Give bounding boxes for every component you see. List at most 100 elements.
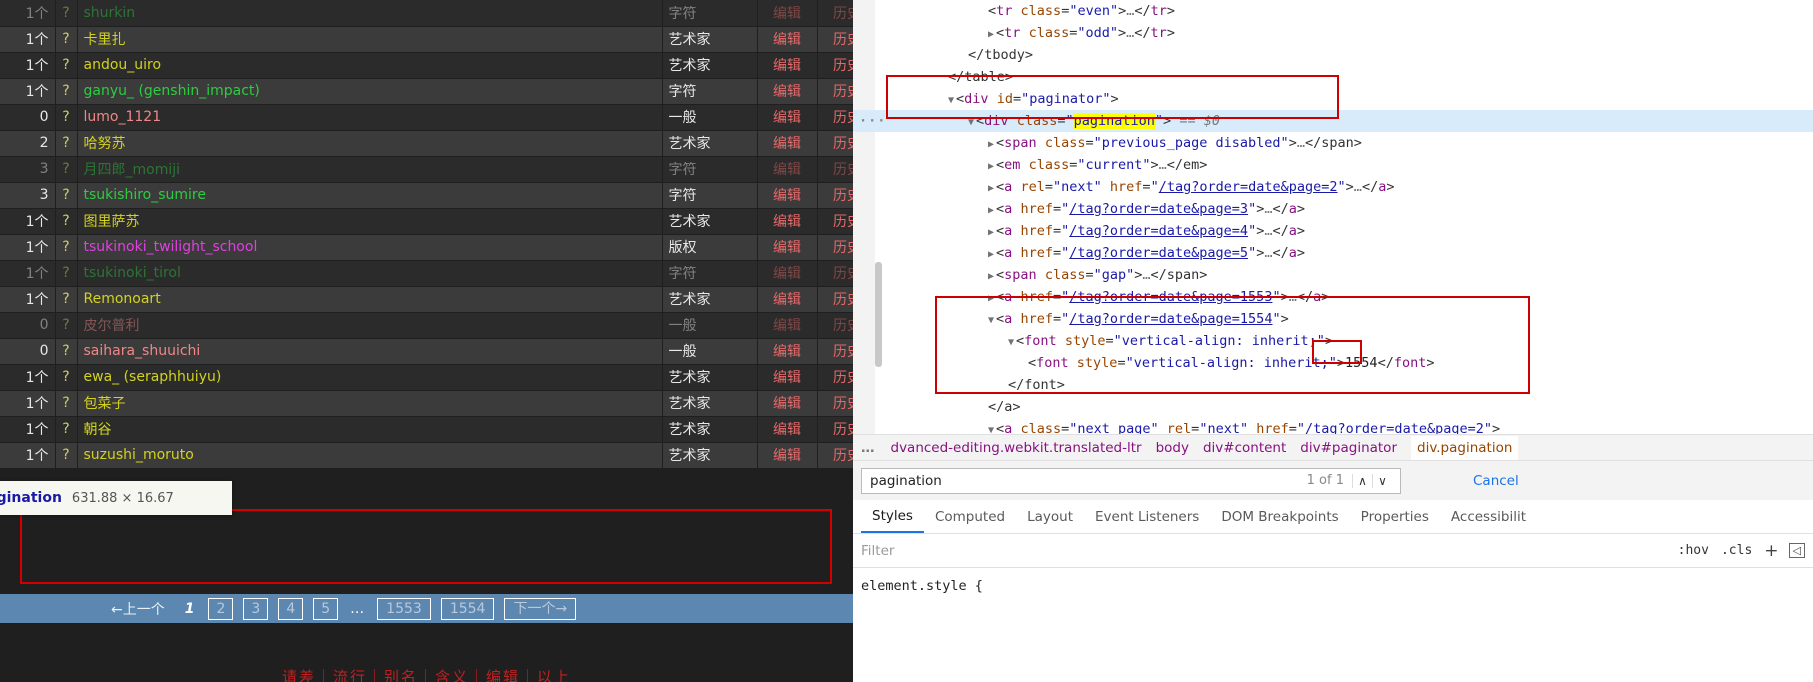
expand-triangle[interactable]: ▶: [988, 227, 994, 238]
tag-history-link[interactable]: 历史: [817, 364, 853, 391]
page-link-1553[interactable]: 1553: [377, 597, 431, 620]
tag-edit-link[interactable]: 编辑: [757, 390, 818, 417]
search-cancel-button[interactable]: Cancel: [1473, 473, 1519, 489]
tag-history-link[interactable]: 历史: [817, 338, 853, 365]
tag-edit-link[interactable]: 编辑: [757, 442, 818, 469]
hov-toggle[interactable]: :hov: [1678, 543, 1709, 558]
devtools-sidebar-tabs[interactable]: Styles Computed Layout Event Listeners DOM B…: [853, 500, 1813, 534]
tag-name-cell[interactable]: 图里萨苏: [77, 208, 663, 235]
dom-node-line[interactable]: ▶ <a href="/tag?order=date&page=3">…</a>: [853, 198, 1813, 220]
tag-help-icon[interactable]: ?: [55, 364, 78, 391]
collapse-triangle[interactable]: ▼: [1008, 337, 1014, 348]
tag-history-link[interactable]: 历史: [817, 234, 853, 261]
tag-name-cell[interactable]: lumo_1121: [77, 104, 663, 131]
dom-node-line[interactable]: ▶ <span class="previous_page disabled">…<…: [853, 132, 1813, 154]
tag-name-cell[interactable]: 朝谷: [77, 416, 663, 443]
tag-help-icon[interactable]: ?: [55, 234, 78, 261]
new-style-rule-button[interactable]: +: [1764, 541, 1778, 561]
dom-tree[interactable]: <tr class="even">…</tr> ▶ <tr class="odd">…: [853, 0, 1813, 434]
collapse-triangle[interactable]: ▼: [988, 315, 994, 326]
node-more-icon[interactable]: ···: [859, 110, 886, 132]
cls-toggle[interactable]: .cls: [1721, 543, 1752, 558]
dom-node-line[interactable]: ▶ <em class="current">…</em>: [853, 154, 1813, 176]
tab-layout[interactable]: Layout: [1016, 501, 1084, 532]
collapse-triangle[interactable]: ▶: [988, 29, 994, 40]
tag-edit-link[interactable]: 编辑: [757, 208, 818, 235]
tag-name-cell[interactable]: Remonoart: [77, 286, 663, 313]
tag-help-icon[interactable]: ?: [55, 26, 78, 53]
tag-edit-link[interactable]: 编辑: [757, 364, 818, 391]
tag-help-icon[interactable]: ?: [55, 52, 78, 79]
tag-help-icon[interactable]: ?: [55, 338, 78, 365]
tag-history-link[interactable]: 历史: [817, 52, 853, 79]
expand-triangle[interactable]: ▶: [988, 161, 994, 172]
tag-history-link[interactable]: 历史: [817, 104, 853, 131]
expand-triangle[interactable]: ▶: [988, 249, 994, 260]
tag-name-cell[interactable]: tsukinoki_twilight_school: [77, 234, 663, 261]
tag-help-icon[interactable]: ?: [55, 312, 78, 339]
breadcrumb-overflow-icon[interactable]: …: [861, 440, 875, 456]
dom-node-line[interactable]: ▼ <font style="vertical-align: inherit;">: [853, 330, 1813, 352]
dom-node-line[interactable]: </font>: [853, 374, 1813, 396]
dom-node-line[interactable]: </table>: [853, 66, 1813, 88]
tag-history-link[interactable]: 历史: [817, 390, 853, 417]
tag-help-icon[interactable]: ?: [55, 156, 78, 183]
breadcrumb-item-content[interactable]: div#content: [1203, 440, 1286, 456]
tag-help-icon[interactable]: ?: [55, 0, 78, 27]
tab-properties[interactable]: Properties: [1350, 501, 1440, 532]
dom-node-line[interactable]: ▼ <div id="paginator">: [853, 88, 1813, 110]
tag-history-link[interactable]: 历史: [817, 0, 853, 27]
tag-name-cell[interactable]: shurkin: [77, 0, 663, 27]
tag-help-icon[interactable]: ?: [55, 260, 78, 287]
tag-help-icon[interactable]: ?: [55, 130, 78, 157]
tag-edit-link[interactable]: 编辑: [757, 0, 818, 27]
tag-edit-link[interactable]: 编辑: [757, 338, 818, 365]
page-link-3[interactable]: 3: [243, 597, 269, 620]
search-prev-icon[interactable]: ∧: [1352, 473, 1372, 488]
tag-help-icon[interactable]: ?: [55, 286, 78, 313]
tab-styles[interactable]: Styles: [861, 500, 924, 533]
dom-node-line[interactable]: <tr class="even">…</tr>: [853, 0, 1813, 22]
page-link-2[interactable]: 2: [208, 597, 234, 620]
tag-help-icon[interactable]: ?: [55, 78, 78, 105]
dom-node-line[interactable]: ··· ▼ <div class="pagination"> == $0: [853, 110, 1813, 132]
breadcrumb-item-0[interactable]: dvanced-editing.webkit.translated-ltr: [891, 440, 1142, 456]
tag-edit-link[interactable]: 编辑: [757, 130, 818, 157]
tag-history-link[interactable]: 历史: [817, 26, 853, 53]
collapse-triangle[interactable]: ▼: [968, 117, 974, 128]
dom-node-line[interactable]: <font style="vertical-align: inherit;">1…: [853, 352, 1813, 374]
pagination[interactable]: ←上一个 1 2 3 4 5 … 1553 1554 下一个→: [0, 594, 853, 623]
breadcrumb-item-paginator[interactable]: div#paginator: [1300, 440, 1397, 456]
tag-history-link[interactable]: 历史: [817, 156, 853, 183]
dom-node-line[interactable]: ▼ <a href="/tag?order=date&page=1554">: [853, 308, 1813, 330]
breadcrumb[interactable]: … dvanced-editing.webkit.translated-ltr …: [853, 434, 1813, 460]
collapse-triangle[interactable]: ▼: [988, 425, 994, 434]
collapse-triangle[interactable]: ▼: [948, 95, 954, 106]
dom-node-line[interactable]: </a>: [853, 396, 1813, 418]
dom-node-line[interactable]: ▶ <a rel="next" href="/tag?order=date&pag…: [853, 176, 1813, 198]
tag-history-link[interactable]: 历史: [817, 286, 853, 313]
tag-edit-link[interactable]: 编辑: [757, 260, 818, 287]
expand-triangle[interactable]: ▶: [988, 293, 994, 304]
expand-triangle[interactable]: ▶: [988, 205, 994, 216]
dom-node-line[interactable]: ▶ <a href="/tag?order=date&page=4">…</a>: [853, 220, 1813, 242]
breadcrumb-item-pagination[interactable]: div.pagination: [1411, 435, 1519, 460]
tag-history-link[interactable]: 历史: [817, 416, 853, 443]
tag-edit-link[interactable]: 编辑: [757, 416, 818, 443]
tag-name-cell[interactable]: 皮尔普利: [77, 312, 663, 339]
tag-history-link[interactable]: 历史: [817, 260, 853, 287]
dom-node-line[interactable]: ▶ <span class="gap">…</span>: [853, 264, 1813, 286]
tab-event-listeners[interactable]: Event Listeners: [1084, 501, 1210, 532]
tab-computed[interactable]: Computed: [924, 501, 1016, 532]
tag-name-cell[interactable]: 包菜子: [77, 390, 663, 417]
tag-name-cell[interactable]: 卡里扎: [77, 26, 663, 53]
tab-dom-breakpoints[interactable]: DOM Breakpoints: [1210, 501, 1349, 532]
tag-help-icon[interactable]: ?: [55, 182, 78, 209]
dom-node-line[interactable]: ▶ <a href="/tag?order=date&page=5">…</a>: [853, 242, 1813, 264]
tag-history-link[interactable]: 历史: [817, 442, 853, 469]
dom-node-line[interactable]: ▶ <a href="/tag?order=date&page=1553">…</…: [853, 286, 1813, 308]
tag-help-icon[interactable]: ?: [55, 416, 78, 443]
search-next-icon[interactable]: ∨: [1372, 473, 1392, 488]
tag-name-cell[interactable]: andou_uiro: [77, 52, 663, 79]
tag-history-link[interactable]: 历史: [817, 208, 853, 235]
